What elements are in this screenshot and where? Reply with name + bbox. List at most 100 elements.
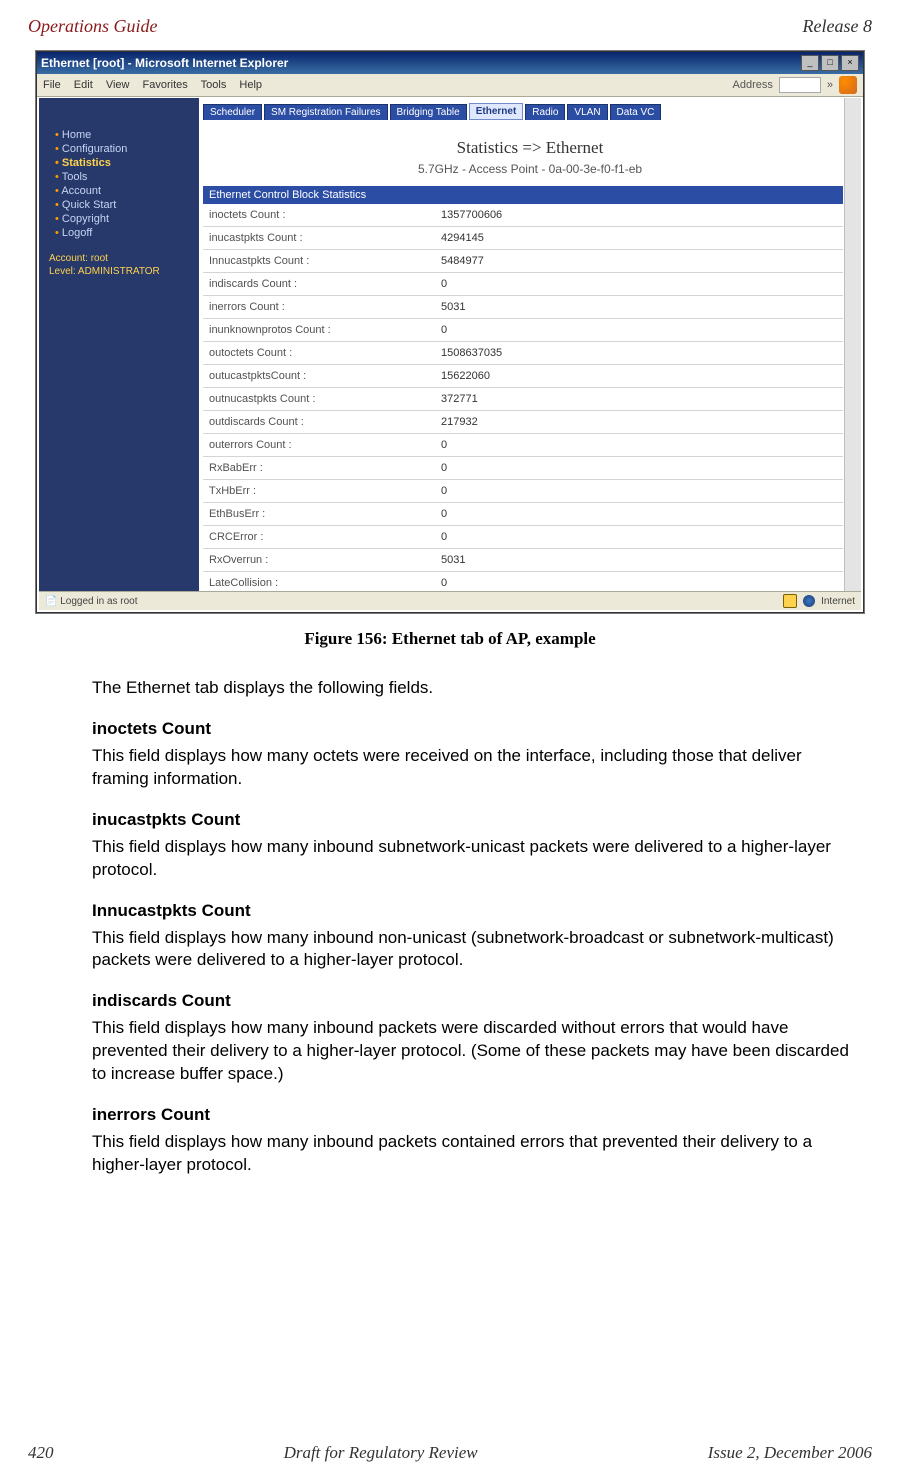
xp-logo-icon (839, 76, 857, 94)
field-heading: Innucastpkts Count (92, 900, 852, 923)
stats-section-header: Ethernet Control Block Statistics (203, 186, 843, 204)
stat-value: 0 (435, 480, 843, 503)
stat-key: outucastpktsCount : (203, 365, 435, 388)
page-number: 420 (28, 1443, 54, 1463)
field-description: This field displays how many inbound sub… (92, 836, 852, 882)
stat-value: 1357700606 (435, 204, 843, 227)
stat-value: 1508637035 (435, 342, 843, 365)
page-footer: 420 Draft for Regulatory Review Issue 2,… (28, 1443, 872, 1463)
footer-right: Issue 2, December 2006 (708, 1443, 872, 1463)
sidebar-item-tools[interactable]: Tools (55, 170, 193, 184)
sidebar-item-configuration[interactable]: Configuration (55, 142, 193, 156)
tab-data-vc[interactable]: Data VC (610, 104, 662, 120)
menu-tools[interactable]: Tools (201, 79, 227, 91)
statusbar-left: Logged in as root (60, 596, 137, 607)
stats-subtitle: 5.7GHz - Access Point - 0a-00-3e-f0-f1-e… (199, 162, 861, 176)
table-row: CRCError :0 (203, 526, 843, 549)
stat-value: 217932 (435, 411, 843, 434)
stat-key: outdiscards Count : (203, 411, 435, 434)
tab-sm-registration-failures[interactable]: SM Registration Failures (264, 104, 387, 120)
stat-key: LateCollision : (203, 572, 435, 593)
field-description: This field displays how many octets were… (92, 745, 852, 791)
stat-key: inerrors Count : (203, 296, 435, 319)
stat-key: Innucastpkts Count : (203, 250, 435, 273)
menu-view[interactable]: View (106, 79, 130, 91)
table-row: Innucastpkts Count :5484977 (203, 250, 843, 273)
stat-value: 0 (435, 434, 843, 457)
table-row: RxOverrun :5031 (203, 549, 843, 572)
ie-menu-bar: File Edit View Favorites Tools Help (43, 79, 272, 91)
go-chevron-icon[interactable]: » (827, 79, 833, 91)
field-heading: inucastpkts Count (92, 809, 852, 832)
close-icon[interactable]: × (841, 55, 859, 71)
statusbar-right: Internet (821, 596, 855, 607)
tab-vlan[interactable]: VLAN (567, 104, 607, 120)
menu-help[interactable]: Help (239, 79, 262, 91)
table-row: inerrors Count :5031 (203, 296, 843, 319)
maximize-icon[interactable]: □ (821, 55, 839, 71)
stat-value: 0 (435, 319, 843, 342)
footer-center: Draft for Regulatory Review (284, 1443, 478, 1463)
table-row: outoctets Count :1508637035 (203, 342, 843, 365)
stat-value: 15622060 (435, 365, 843, 388)
left-nav-sidebar: HomeConfigurationStatisticsToolsAccountQ… (39, 98, 199, 592)
ie-window: Ethernet [root] - Microsoft Internet Exp… (36, 51, 864, 613)
tab-bridging-table[interactable]: Bridging Table (390, 104, 467, 120)
vertical-scrollbar[interactable] (844, 98, 861, 592)
menu-edit[interactable]: Edit (74, 79, 93, 91)
tab-radio[interactable]: Radio (525, 104, 565, 120)
stats-table: inoctets Count :1357700606inucastpkts Co… (203, 204, 843, 592)
table-row: LateCollision :0 (203, 572, 843, 593)
ie-window-title: Ethernet [root] - Microsoft Internet Exp… (41, 56, 288, 70)
stat-value: 0 (435, 503, 843, 526)
field-description: This field displays how many inbound pac… (92, 1131, 852, 1177)
stat-key: CRCError : (203, 526, 435, 549)
menu-favorites[interactable]: Favorites (143, 79, 188, 91)
menu-file[interactable]: File (43, 79, 61, 91)
stat-key: inucastpkts Count : (203, 227, 435, 250)
lock-icon (783, 594, 797, 608)
doc-title-right: Release 8 (803, 16, 872, 37)
stat-key: indiscards Count : (203, 273, 435, 296)
internet-zone-icon (803, 595, 815, 607)
stat-key: EthBusErr : (203, 503, 435, 526)
stat-value: 372771 (435, 388, 843, 411)
table-row: EthBusErr :0 (203, 503, 843, 526)
tab-scheduler[interactable]: Scheduler (203, 104, 262, 120)
field-heading: inoctets Count (92, 718, 852, 741)
sidebar-item-account[interactable]: Account (55, 184, 193, 198)
stat-key: RxOverrun : (203, 549, 435, 572)
sidebar-item-logoff[interactable]: Logoff (55, 226, 193, 240)
stat-key: outnucastpkts Count : (203, 388, 435, 411)
table-row: indiscards Count :0 (203, 273, 843, 296)
stat-value: 0 (435, 572, 843, 593)
tab-ethernet[interactable]: Ethernet (469, 103, 524, 120)
sidebar-item-statistics[interactable]: Statistics (55, 156, 193, 170)
stat-value: 5031 (435, 296, 843, 319)
address-input[interactable] (779, 77, 821, 93)
table-row: inoctets Count :1357700606 (203, 204, 843, 227)
sidebar-item-home[interactable]: Home (55, 128, 193, 142)
field-heading: inerrors Count (92, 1104, 852, 1127)
table-row: TxHbErr :0 (203, 480, 843, 503)
field-heading: indiscards Count (92, 990, 852, 1013)
table-row: inunknownprotos Count :0 (203, 319, 843, 342)
sidebar-item-quick-start[interactable]: Quick Start (55, 198, 193, 212)
field-description: This field displays how many inbound non… (92, 927, 852, 973)
field-description: This field displays how many inbound pac… (92, 1017, 852, 1086)
address-label: Address (733, 79, 773, 91)
stats-title: Statistics => Ethernet (199, 138, 861, 158)
intro-paragraph: The Ethernet tab displays the following … (92, 677, 852, 700)
stat-key: RxBabErr : (203, 457, 435, 480)
table-row: outerrors Count :0 (203, 434, 843, 457)
table-row: inucastpkts Count :4294145 (203, 227, 843, 250)
stat-value: 0 (435, 526, 843, 549)
table-row: outnucastpkts Count :372771 (203, 388, 843, 411)
stat-key: inunknownprotos Count : (203, 319, 435, 342)
stat-value: 0 (435, 273, 843, 296)
table-row: RxBabErr :0 (203, 457, 843, 480)
stat-value: 0 (435, 457, 843, 480)
minimize-icon[interactable]: _ (801, 55, 819, 71)
stat-value: 5031 (435, 549, 843, 572)
sidebar-item-copyright[interactable]: Copyright (55, 212, 193, 226)
